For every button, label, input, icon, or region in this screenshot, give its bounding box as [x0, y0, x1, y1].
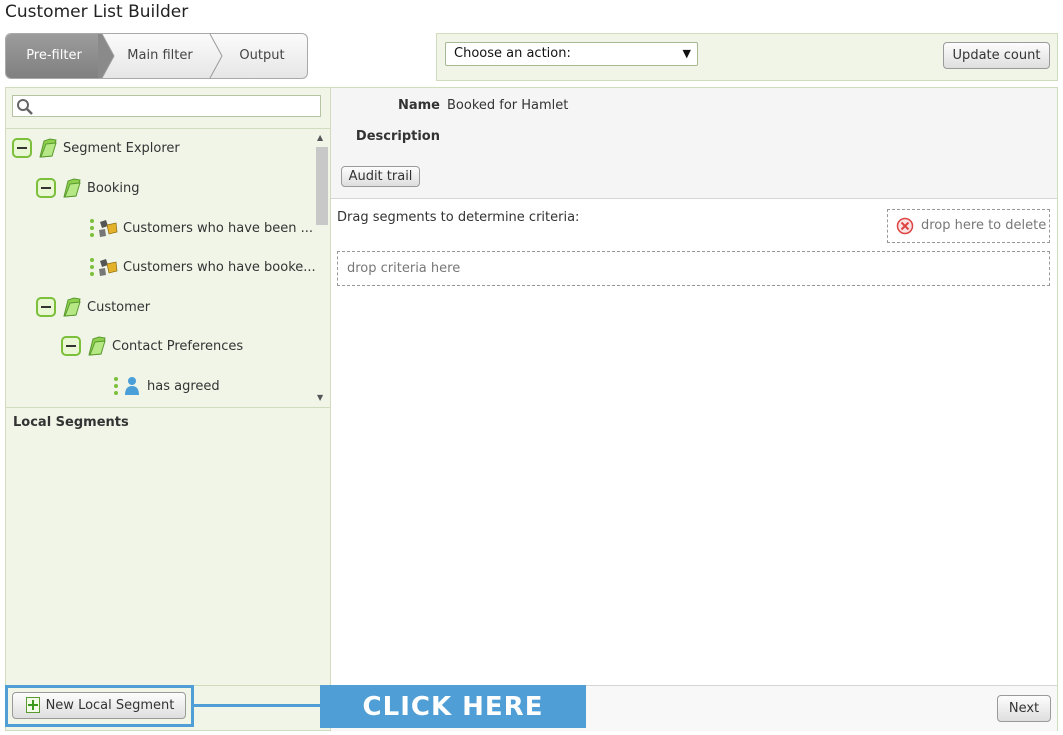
- drag-handle-icon[interactable]: [114, 377, 118, 395]
- update-count-button[interactable]: Update count: [943, 42, 1050, 69]
- tree-leaf-segment[interactable]: Customers who have been ...: [90, 215, 313, 241]
- collapse-icon[interactable]: [36, 297, 56, 317]
- tree-node-label: Booking: [87, 180, 140, 196]
- tree-leaf-label: Customers who have been ...: [123, 220, 314, 236]
- drag-handle-icon[interactable]: [90, 219, 94, 237]
- tree-node-contact-preferences[interactable]: Contact Preferences: [61, 333, 243, 359]
- action-bar: Choose an action: ▼ Update count: [436, 33, 1058, 81]
- step-pre-filter[interactable]: Pre-filter: [6, 34, 102, 78]
- tree-leaf-label: Customers who have booke...: [123, 259, 316, 275]
- criteria-instruction: Drag segments to determine criteria:: [337, 210, 580, 225]
- local-segments-title: Local Segments: [13, 415, 129, 430]
- new-local-segment-button[interactable]: New Local Segment: [12, 692, 186, 719]
- search-input[interactable]: [12, 95, 321, 117]
- folder-icon: [63, 178, 81, 198]
- tree-node-label: Customer: [87, 299, 151, 315]
- tree-node-label: Segment Explorer: [63, 140, 180, 156]
- tree-leaf-segment[interactable]: Customers who have booke...: [90, 254, 316, 280]
- chevron-down-icon: ▼: [682, 47, 691, 60]
- criteria-drop-zone[interactable]: drop criteria here: [337, 251, 1050, 286]
- page-title: Customer List Builder: [5, 2, 189, 22]
- segment-details: Name Booked for Hamlet Description Audit…: [331, 88, 1057, 199]
- step-output[interactable]: Output: [220, 34, 304, 78]
- collapse-icon[interactable]: [36, 178, 56, 198]
- tree-node-label: Contact Preferences: [112, 338, 244, 354]
- tree-node-booking[interactable]: Booking: [36, 175, 139, 201]
- action-select-value: Choose an action:: [454, 46, 571, 61]
- scroll-down-icon[interactable]: ▼: [317, 393, 323, 402]
- wizard-stepper: Pre-filter Main filter Output: [5, 33, 308, 79]
- callout-connector: [194, 704, 320, 707]
- folder-icon: [39, 138, 57, 158]
- audit-trail-button[interactable]: Audit trail: [341, 166, 420, 187]
- next-button[interactable]: Next: [997, 695, 1051, 722]
- delete-icon: [896, 217, 914, 235]
- segment-detail-panel: Name Booked for Hamlet Description Audit…: [331, 87, 1058, 731]
- drop-zone-label: drop criteria here: [347, 261, 461, 276]
- scroll-thumb[interactable]: [316, 147, 328, 225]
- name-label: Name: [397, 98, 440, 113]
- person-icon: [125, 377, 139, 395]
- scroll-up-icon[interactable]: ▲: [317, 133, 323, 142]
- click-here-callout: CLICK HERE: [320, 685, 586, 728]
- segment-tree: Segment Explorer Booking Customers who h…: [6, 129, 330, 407]
- tree-node-segment-explorer[interactable]: Segment Explorer: [12, 135, 180, 161]
- delete-drop-zone[interactable]: drop here to delete: [887, 209, 1050, 243]
- segment-panel: Segment Explorer Booking Customers who h…: [5, 87, 331, 731]
- delete-zone-label: drop here to delete: [921, 218, 1047, 233]
- tree-node-customer[interactable]: Customer: [36, 294, 150, 320]
- segment-icon: [99, 259, 118, 276]
- name-value: Booked for Hamlet: [447, 98, 569, 113]
- action-select[interactable]: Choose an action: ▼: [445, 42, 698, 66]
- step-main-filter[interactable]: Main filter: [112, 34, 208, 78]
- description-label: Description: [355, 129, 440, 144]
- segment-icon: [99, 220, 118, 237]
- add-icon: [26, 697, 40, 713]
- tree-scrollbar[interactable]: ▲ ▼: [315, 129, 329, 407]
- drag-handle-icon[interactable]: [90, 258, 94, 276]
- new-local-segment-label: New Local Segment: [45, 698, 175, 713]
- tree-leaf-segment[interactable]: has agreed: [114, 373, 220, 399]
- collapse-icon[interactable]: [61, 336, 81, 356]
- folder-icon: [63, 297, 81, 317]
- search-icon: [17, 99, 33, 115]
- tree-leaf-label: has agreed: [147, 378, 220, 394]
- folder-icon: [88, 336, 106, 356]
- collapse-icon[interactable]: [12, 138, 32, 158]
